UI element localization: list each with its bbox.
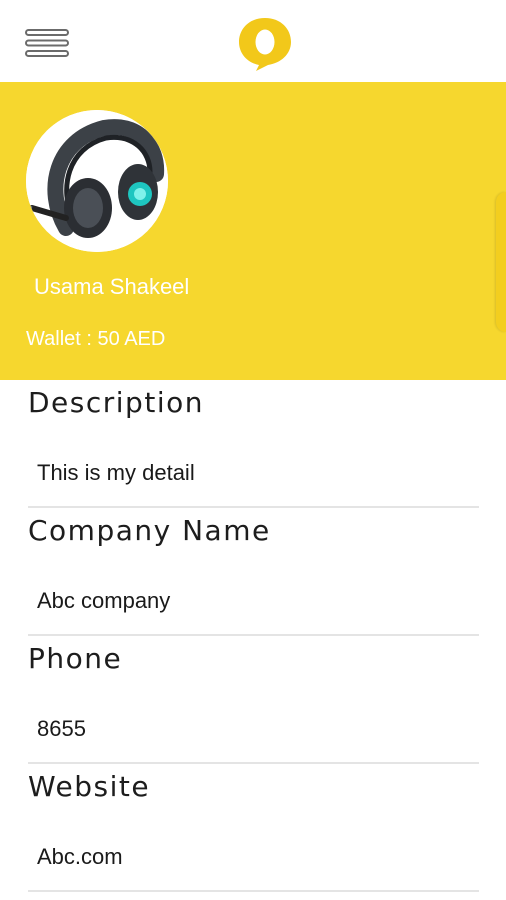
field-label: Company Name [28,514,271,547]
field-label: Description [28,386,204,419]
field-value: Abc.com [37,844,123,869]
app-logo [235,14,295,72]
top-bar [0,0,506,82]
profile-screen: Usama Shakeel Wallet : 50 AED Descriptio… [0,0,506,900]
field-value: This is my detail [37,460,195,485]
app-logo-icon [239,18,291,71]
field-value: 8655 [37,716,86,741]
phone-field: Phone 8655 [0,636,506,764]
headset-image [26,110,168,252]
company-name-field: Company Name Abc company [0,508,506,636]
avatar[interactable] [26,110,168,252]
field-label: Phone [28,642,123,675]
wallet-balance: Wallet : 50 AED [26,328,166,350]
user-name: Usama Shakeel [34,274,190,299]
divider [28,890,479,892]
hamburger-menu-icon [25,29,69,57]
profile-details: Description This is my detail Company Na… [0,380,506,892]
field-value: Abc company [37,588,171,613]
edge-drawer-handle[interactable] [496,192,506,332]
description-field: Description This is my detail [0,380,506,508]
menu-button[interactable] [22,24,72,62]
profile-header: Usama Shakeel Wallet : 50 AED [0,82,506,380]
field-label: Website [28,770,151,803]
website-field: Website Abc.com [0,764,506,892]
